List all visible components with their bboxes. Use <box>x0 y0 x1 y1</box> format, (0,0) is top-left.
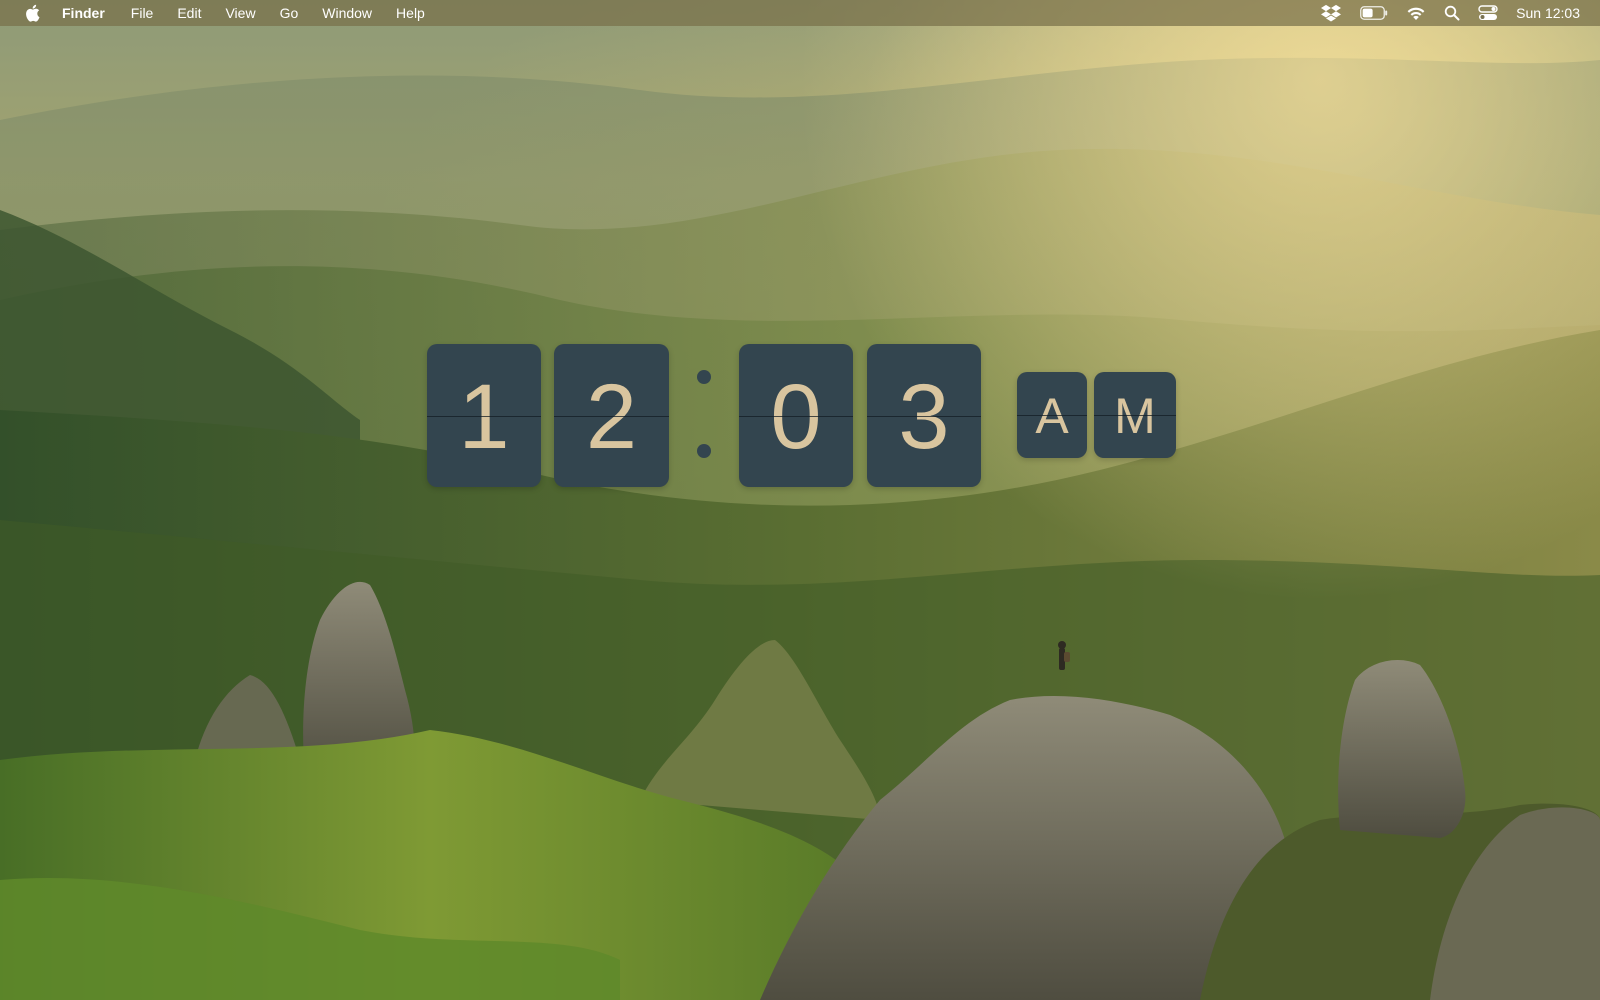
dropbox-icon[interactable] <box>1320 0 1342 26</box>
menu-window[interactable]: Window <box>310 0 384 26</box>
minute-tens-digit: 0 <box>770 365 822 468</box>
minute-tens-card: 0 <box>739 344 853 487</box>
apple-logo-icon[interactable] <box>22 0 42 26</box>
landscape-wallpaper <box>0 0 1600 1000</box>
period-second-card: M <box>1094 372 1176 458</box>
minute-ones-card: 3 <box>867 344 981 487</box>
menu-bar: Finder File Edit View Go Window Help Sun… <box>0 0 1600 26</box>
menu-app-name[interactable]: Finder <box>62 0 119 26</box>
menu-file[interactable]: File <box>119 0 166 26</box>
menu-go[interactable]: Go <box>268 0 311 26</box>
menu-bar-status-area: Sun 12:03 <box>1311 0 1600 26</box>
period-first-letter: A <box>1035 388 1069 444</box>
menu-bar-left: Finder File Edit View Go Window Help <box>0 0 437 26</box>
control-center-icon[interactable] <box>1478 0 1498 26</box>
menu-help[interactable]: Help <box>384 0 437 26</box>
colon-top-dot <box>697 370 711 384</box>
wifi-icon[interactable] <box>1406 0 1426 26</box>
menu-edit[interactable]: Edit <box>165 0 213 26</box>
menu-bar-clock[interactable]: Sun 12:03 <box>1516 5 1580 21</box>
search-icon[interactable] <box>1444 0 1460 26</box>
colon-bottom-dot <box>697 444 711 458</box>
hour-ones-card: 2 <box>554 344 669 487</box>
period-first-card: A <box>1017 372 1087 458</box>
battery-icon[interactable] <box>1360 0 1388 26</box>
minute-ones-digit: 3 <box>898 365 950 468</box>
period-second-letter: M <box>1114 388 1156 444</box>
hour-tens-card: 1 <box>427 344 541 487</box>
menu-view[interactable]: View <box>213 0 267 26</box>
hour-ones-digit: 2 <box>585 365 638 468</box>
flip-clock: 1 2 0 3 A M <box>427 344 1177 487</box>
desktop-wallpaper <box>0 0 1600 1000</box>
hour-tens-digit: 1 <box>458 365 510 468</box>
